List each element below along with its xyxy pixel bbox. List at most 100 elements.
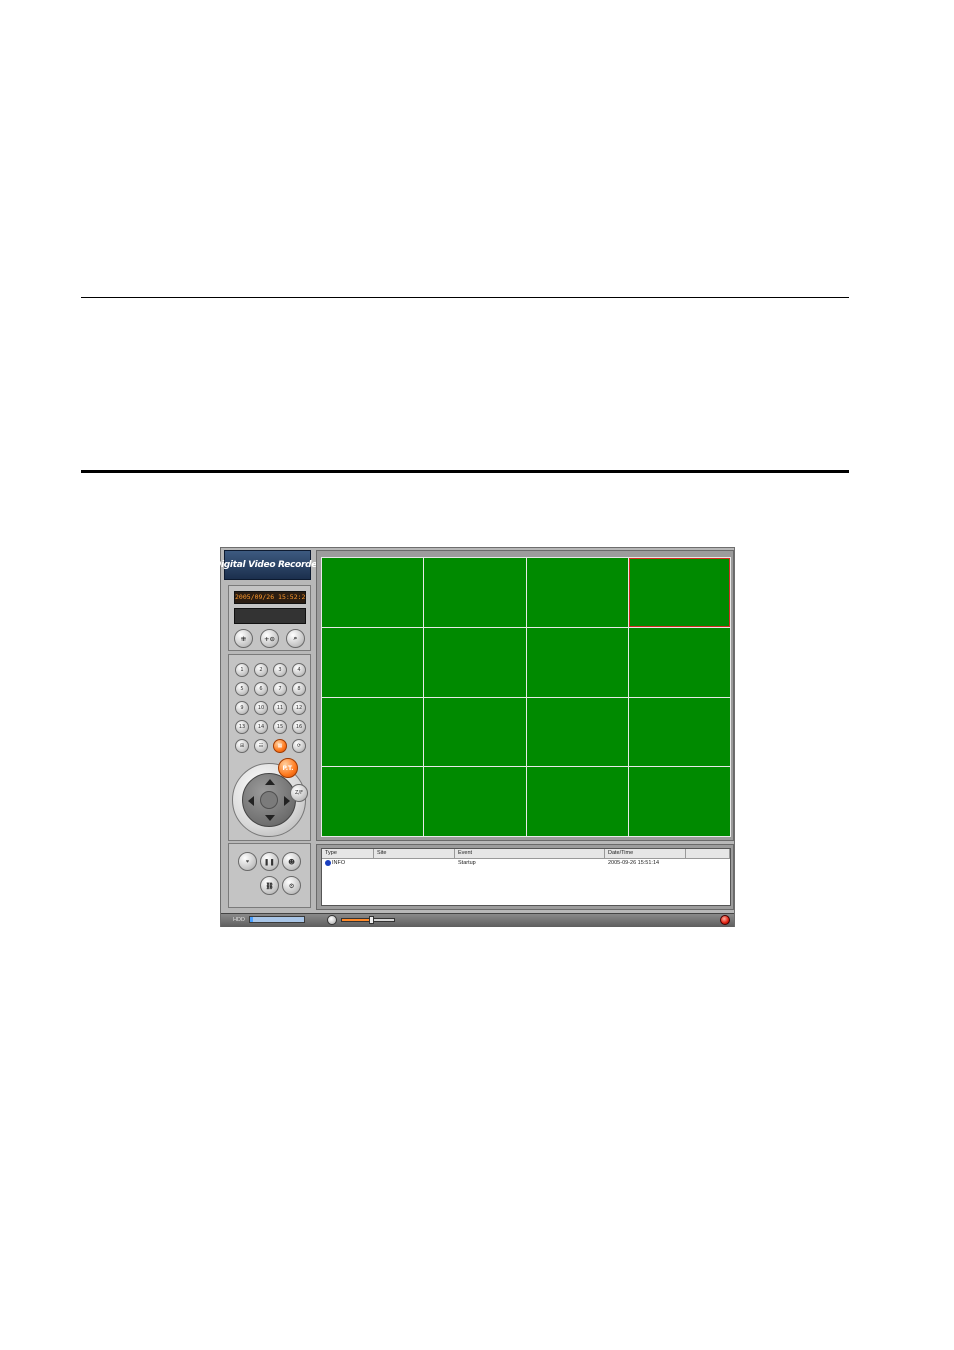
- clock-panel: 2005/09/26 15:52:21 ⁜ +⊙ ⌕: [228, 585, 311, 651]
- camera-button-10[interactable]: 10: [254, 701, 268, 715]
- pause-icon: ❚❚: [264, 857, 275, 866]
- video-channel-cell[interactable]: [526, 558, 628, 627]
- sixteen-view-icon: ▦: [277, 743, 283, 749]
- sequence-button[interactable]: ⟳: [292, 739, 306, 753]
- quad-view-button[interactable]: ⊞: [235, 739, 249, 753]
- sequence-icon: ⟳: [296, 743, 302, 749]
- camera-button-16[interactable]: 16: [292, 720, 306, 734]
- arrow-up-icon[interactable]: [265, 779, 275, 785]
- nine-view-button[interactable]: ☷: [254, 739, 268, 753]
- video-channel-cell[interactable]: [322, 558, 424, 627]
- camera-button-12[interactable]: 12: [292, 701, 306, 715]
- camera-button-1[interactable]: 1: [235, 663, 249, 677]
- volume-fill: [342, 919, 371, 921]
- app-logo: Digital Video Recorder: [214, 550, 321, 580]
- log-type-cell: INFO: [322, 859, 374, 868]
- settings-button[interactable]: ⚙: [282, 876, 301, 895]
- user-icon: ☻: [288, 857, 295, 866]
- video-channel-cell[interactable]: [628, 767, 730, 836]
- video-channel-cell[interactable]: [322, 697, 424, 767]
- ptz-center-button[interactable]: [260, 791, 278, 809]
- page-divider-thick: [81, 470, 849, 473]
- user-button[interactable]: ☻: [282, 852, 301, 871]
- camera-button-15[interactable]: 15: [273, 720, 287, 734]
- hdd-label: HDD: [233, 917, 245, 923]
- volume-slider[interactable]: [341, 916, 395, 924]
- camera-button-3[interactable]: 3: [273, 663, 287, 677]
- camera-button-2[interactable]: 2: [254, 663, 268, 677]
- video-channel-cell[interactable]: [322, 767, 424, 836]
- ptz-mode-button[interactable]: P.T.: [278, 758, 298, 778]
- event-log-frame: Type Site Event Date/Time INFO Startup 2…: [316, 844, 734, 910]
- power-icon[interactable]: [720, 915, 730, 925]
- ptz-pad-ring: [242, 773, 296, 827]
- log-type-value: INFO: [332, 860, 346, 866]
- event-log-table: Type Site Event Date/Time INFO Startup 2…: [321, 848, 731, 906]
- zoom-in-button[interactable]: +⊙: [260, 629, 279, 648]
- log-blank-cell: [686, 859, 730, 868]
- info-icon: [325, 859, 331, 866]
- volume-slider-handle[interactable]: [368, 916, 374, 924]
- video-channel-cell[interactable]: [526, 627, 628, 697]
- status-lcd: [234, 608, 306, 624]
- video-channel-cell[interactable]: [424, 627, 526, 697]
- camera-button-11[interactable]: 11: [273, 701, 287, 715]
- column-header-site[interactable]: Site: [374, 849, 455, 858]
- log-datetime-cell: 2005-09-26 15:51:14: [608, 860, 660, 866]
- video-channel-cell[interactable]: [526, 767, 628, 836]
- zoom-focus-button[interactable]: Z/F: [290, 784, 308, 802]
- camera-button-8[interactable]: 8: [292, 682, 306, 696]
- settings-icon: ⚙: [288, 881, 295, 890]
- arrow-down-icon[interactable]: [265, 815, 275, 821]
- video-channel-cell[interactable]: [424, 558, 526, 627]
- function-panel: ᵠ ❚❚ ☻ ⛓ ⚙: [228, 843, 311, 908]
- camera-button-14[interactable]: 14: [254, 720, 268, 734]
- log-event-cell: Startup: [458, 860, 476, 866]
- camera-button-7[interactable]: 7: [273, 682, 287, 696]
- camera-button-5[interactable]: 5: [235, 682, 249, 696]
- video-channel-cell[interactable]: [424, 767, 526, 836]
- arrow-left-icon[interactable]: [248, 796, 254, 806]
- page-divider-thin: [81, 297, 849, 298]
- network-icon: ⛓: [265, 881, 274, 890]
- column-header-event[interactable]: Event: [455, 849, 605, 858]
- status-bar: HDD: [221, 913, 734, 927]
- camera-button-4[interactable]: 4: [292, 663, 306, 677]
- video-channel-cell[interactable]: [628, 697, 730, 767]
- grid-button[interactable]: ⁜: [234, 629, 253, 648]
- table-row[interactable]: INFO Startup 2005-09-26 15:51:14: [322, 859, 730, 868]
- search-button[interactable]: ⌕: [286, 629, 305, 648]
- log-site-cell: [374, 859, 455, 868]
- column-header-datetime[interactable]: Date/Time: [605, 849, 686, 858]
- pause-button[interactable]: ❚❚: [260, 852, 279, 871]
- record-icon: ᵠ: [245, 857, 250, 866]
- grid-icon: ⁜: [240, 634, 247, 643]
- column-header-blank: [686, 849, 730, 858]
- camera-panel: 1 2 3 4 5 6 7 8 9 10 11 12 13 14 15 16 ⊞ ☷ ▦ ⟳ P.T. Z/F: [228, 654, 311, 841]
- dvr-application-window: Digital Video Recorder 2005/09/26 15:52:…: [214, 547, 735, 927]
- arrow-right-icon[interactable]: [284, 796, 290, 806]
- video-channel-cell[interactable]: [322, 627, 424, 697]
- datetime-display: 2005/09/26 15:52:21: [234, 591, 306, 604]
- event-log-header: Type Site Event Date/Time: [322, 849, 730, 859]
- record-button[interactable]: ᵠ: [238, 852, 257, 871]
- video-channel-cell[interactable]: [424, 697, 526, 767]
- camera-button-9[interactable]: 9: [235, 701, 249, 715]
- network-button[interactable]: ⛓: [260, 876, 279, 895]
- video-display-frame: [316, 550, 734, 841]
- video-grid: [321, 557, 731, 837]
- search-icon: ⌕: [293, 634, 298, 642]
- camera-button-13[interactable]: 13: [235, 720, 249, 734]
- zoom-in-icon: +⊙: [264, 634, 275, 643]
- hdd-usage-bar: [249, 916, 305, 923]
- quad-view-icon: ⊞: [239, 743, 245, 749]
- video-channel-cell[interactable]: [526, 697, 628, 767]
- sixteen-view-button[interactable]: ▦: [273, 739, 287, 753]
- video-channel-cell[interactable]: [628, 627, 730, 697]
- video-channel-cell[interactable]: [628, 558, 730, 627]
- nine-view-icon: ☷: [258, 743, 264, 749]
- camera-button-6[interactable]: 6: [254, 682, 268, 696]
- volume-icon[interactable]: [327, 915, 337, 925]
- hdd-usage-fill: [250, 917, 253, 922]
- column-header-type[interactable]: Type: [322, 849, 374, 858]
